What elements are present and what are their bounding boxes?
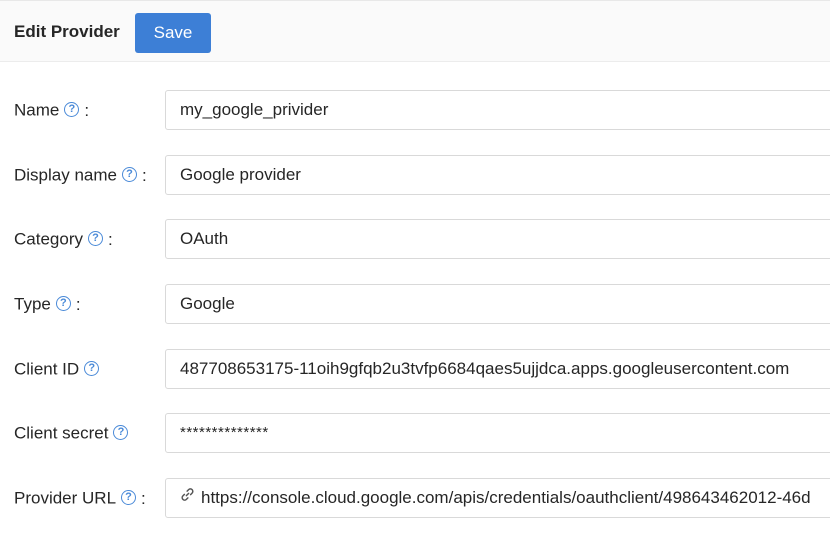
label-colon: : [142, 165, 147, 185]
page-title: Edit Provider [14, 22, 120, 41]
page-header: Edit Provider Save [0, 0, 830, 62]
form-row-name: Name?: my_google_privider [0, 90, 830, 130]
save-button[interactable]: Save [135, 13, 211, 53]
form-row-display-name: Display name?: Google provider [0, 155, 830, 195]
provider-url-label: Provider URL?: [14, 478, 146, 518]
type-select[interactable]: Google [165, 284, 830, 324]
name-input[interactable]: my_google_privider [165, 90, 830, 130]
link-icon [180, 479, 195, 516]
form-row-client-secret: Client secret? ************** [0, 413, 830, 453]
question-circle-icon[interactable]: ? [64, 102, 80, 118]
question-circle-icon[interactable]: ? [87, 231, 103, 247]
form-row-provider-url: Provider URL?: https://console.cloud.goo… [0, 478, 830, 518]
form-row-client-id: Client ID? 487708653175-11oih9gfqb2u3tvf… [0, 349, 830, 389]
category-label: Category?: [14, 219, 113, 259]
client-id-label: Client ID? [14, 349, 100, 389]
question-circle-icon[interactable]: ? [84, 361, 100, 377]
client-secret-label-text: Client secret [14, 423, 109, 443]
question-circle-icon[interactable]: ? [55, 296, 71, 312]
form-row-type: Type?: Google [0, 284, 830, 324]
provider-url-value: https://console.cloud.google.com/apis/cr… [201, 488, 811, 507]
type-label-text: Type [14, 294, 51, 314]
label-colon: : [84, 100, 90, 120]
name-label: Name?: [14, 90, 89, 130]
category-label-text: Category [14, 229, 83, 249]
label-colon: : [141, 488, 146, 508]
question-circle-icon[interactable]: ? [122, 167, 137, 183]
label-colon: : [75, 294, 81, 314]
name-label-text: Name [14, 100, 60, 120]
provider-url-label-text: Provider URL [14, 488, 117, 508]
question-circle-icon[interactable]: ? [121, 490, 137, 506]
display-name-label-text: Display name [14, 165, 117, 185]
display-name-input[interactable]: Google provider [165, 155, 830, 195]
form-row-category: Category?: OAuth [0, 219, 830, 259]
category-select[interactable]: OAuth [165, 219, 830, 259]
client-secret-input[interactable]: ************** [165, 413, 830, 453]
provider-url-input[interactable]: https://console.cloud.google.com/apis/cr… [165, 478, 830, 518]
client-id-label-text: Client ID [14, 359, 80, 379]
question-circle-icon[interactable]: ? [113, 425, 129, 441]
client-id-input[interactable]: 487708653175-11oih9gfqb2u3tvfp6684qaes5u… [165, 349, 830, 389]
display-name-label: Display name?: [14, 155, 147, 195]
type-label: Type?: [14, 284, 81, 324]
label-colon: : [107, 229, 113, 249]
client-secret-label: Client secret? [14, 413, 129, 453]
